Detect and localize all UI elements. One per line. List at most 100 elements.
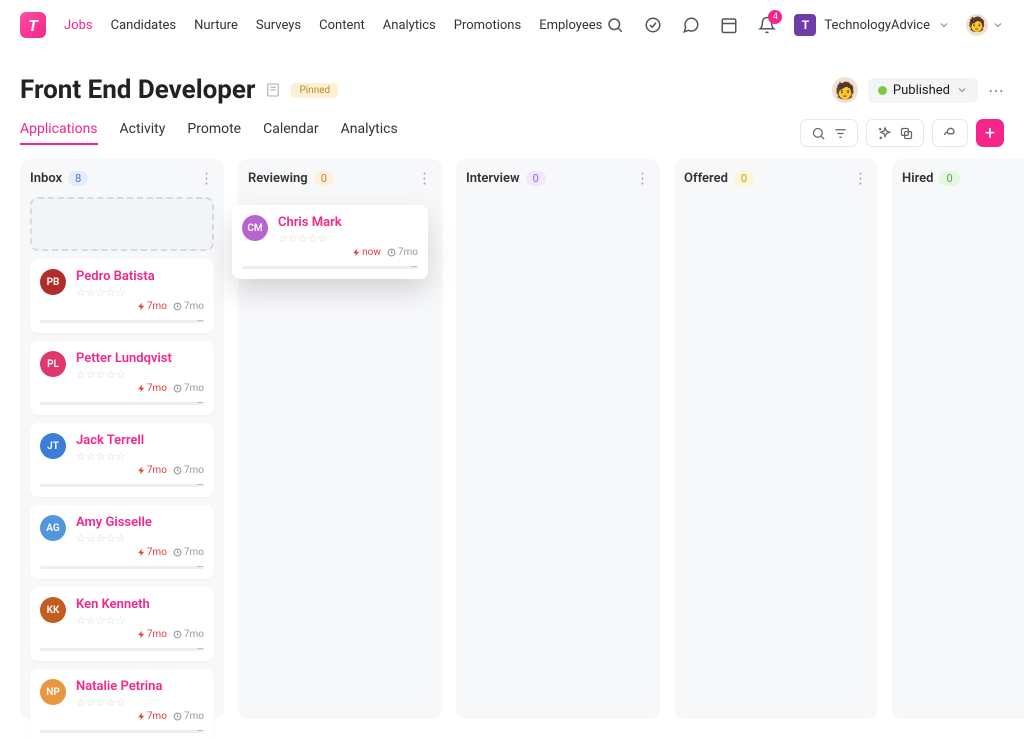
column-more-menu[interactable]: ⋮ (853, 169, 868, 187)
tasks-icon[interactable] (642, 14, 664, 36)
chevron-down-icon (938, 19, 950, 31)
column-reviewing: Reviewing 0 ⋮ CM Chris Mark ☆☆☆☆☆ now 7m… (238, 159, 442, 719)
org-name: TechnologyAdvice (824, 18, 930, 33)
candidate-avatar: PB (40, 269, 66, 295)
column-more-menu[interactable]: ⋮ (199, 169, 214, 187)
candidate-card[interactable]: AG Amy Gisselle ☆☆☆☆☆ 7mo 7mo – (30, 505, 214, 579)
candidate-avatar: KK (40, 597, 66, 623)
column-more-menu[interactable]: ⋮ (635, 169, 650, 187)
candidate-name: Chris Mark (278, 215, 418, 230)
org-switcher[interactable]: T TechnologyAdvice (794, 14, 950, 36)
dropzone[interactable] (30, 197, 214, 251)
tab-applications[interactable]: Applications (20, 121, 98, 145)
candidate-avatar: CM (242, 215, 268, 241)
activity-bolt: 7mo (137, 547, 167, 558)
candidate-card[interactable]: CM Chris Mark ☆☆☆☆☆ now 7mo – (232, 205, 428, 279)
activity-bolt: 7mo (137, 465, 167, 476)
activity-bolt: 7mo (137, 711, 167, 722)
card-progress: – (40, 484, 204, 487)
tab-promote[interactable]: Promote (187, 121, 241, 145)
page-title: Front End Developer (20, 75, 255, 105)
chevron-down-icon (992, 19, 1004, 31)
rating-stars[interactable]: ☆☆☆☆☆ (76, 286, 204, 299)
column-title: Inbox (30, 171, 62, 186)
chevron-down-icon (956, 84, 968, 96)
magic-icon[interactable] (875, 124, 893, 142)
rating-stars[interactable]: ☆☆☆☆☆ (76, 450, 204, 463)
copy-icon[interactable] (897, 124, 915, 142)
search-filter-icon[interactable] (809, 124, 827, 142)
column-count: 0 (734, 171, 754, 186)
card-progress: – (40, 402, 204, 405)
column-title: Hired (902, 171, 933, 186)
column-count: 0 (939, 171, 959, 186)
candidate-name: Pedro Batista (76, 269, 204, 284)
tab-calendar[interactable]: Calendar (263, 121, 319, 145)
chat-icon[interactable] (680, 14, 702, 36)
candidate-card[interactable]: PB Pedro Batista ☆☆☆☆☆ 7mo 7mo – (30, 259, 214, 333)
card-progress: – (40, 730, 204, 733)
notifications-icon[interactable]: 4 (756, 14, 778, 36)
user-menu[interactable]: 🧑 (966, 14, 1004, 36)
activity-bolt: 7mo (137, 383, 167, 394)
rating-stars[interactable]: ☆☆☆☆☆ (76, 368, 204, 381)
candidate-name: Natalie Petrina (76, 679, 204, 694)
job-owner-avatar[interactable]: 🧑 (832, 77, 858, 103)
publish-status-button[interactable]: Published (868, 78, 978, 103)
tab-activity[interactable]: Activity (120, 121, 166, 145)
candidate-name: Jack Terrell (76, 433, 204, 448)
app-logo[interactable]: T (20, 12, 46, 38)
nav-item-surveys[interactable]: Surveys (256, 18, 301, 33)
nav-item-employees[interactable]: Employees (539, 18, 602, 33)
candidate-card[interactable]: JT Jack Terrell ☆☆☆☆☆ 7mo 7mo – (30, 423, 214, 497)
column-count: 0 (314, 171, 334, 186)
user-avatar: 🧑 (966, 14, 988, 36)
column-more-menu[interactable]: ⋮ (417, 169, 432, 187)
candidate-card[interactable]: KK Ken Kenneth ☆☆☆☆☆ 7mo 7mo – (30, 587, 214, 661)
candidate-name: Amy Gisselle (76, 515, 204, 530)
time-in-stage: 7mo (173, 547, 204, 558)
candidate-card[interactable]: NP Natalie Petrina ☆☆☆☆☆ 7mo 7mo – (30, 669, 214, 739)
discuss-icon[interactable] (941, 124, 959, 142)
candidate-avatar: AG (40, 515, 66, 541)
column-title: Offered (684, 171, 728, 186)
nav-item-nurture[interactable]: Nurture (194, 18, 238, 33)
column-title: Interview (466, 171, 520, 186)
time-in-stage: 7mo (173, 301, 204, 312)
search-icon[interactable] (604, 14, 626, 36)
column-count: 0 (526, 171, 546, 186)
nav-item-jobs[interactable]: Jobs (64, 18, 93, 33)
candidate-avatar: NP (40, 679, 66, 705)
card-progress: – (40, 648, 204, 651)
time-in-stage: 7mo (387, 247, 418, 258)
column-offered: Offered 0 ⋮ (674, 159, 878, 719)
nav-item-promotions[interactable]: Promotions (454, 18, 521, 33)
more-menu[interactable]: ⋯ (988, 81, 1004, 100)
candidate-card[interactable]: PL Petter Lundqvist ☆☆☆☆☆ 7mo 7mo – (30, 341, 214, 415)
note-icon[interactable] (265, 82, 281, 98)
activity-bolt: now (352, 247, 381, 258)
rating-stars[interactable]: ☆☆☆☆☆ (278, 232, 418, 245)
filter-icon[interactable] (831, 124, 849, 142)
candidate-name: Petter Lundqvist (76, 351, 204, 366)
column-interview: Interview 0 ⋮ (456, 159, 660, 719)
nav-item-analytics[interactable]: Analytics (383, 18, 436, 33)
rating-stars[interactable]: ☆☆☆☆☆ (76, 614, 204, 627)
card-progress: – (40, 320, 204, 323)
nav-item-candidates[interactable]: Candidates (111, 18, 176, 33)
add-button[interactable]: + (976, 119, 1004, 147)
status-label: Published (893, 83, 950, 98)
activity-bolt: 7mo (137, 301, 167, 312)
candidate-avatar: JT (40, 433, 66, 459)
candidate-avatar: PL (40, 351, 66, 377)
rating-stars[interactable]: ☆☆☆☆☆ (76, 696, 204, 709)
notification-badge: 4 (768, 10, 782, 24)
rating-stars[interactable]: ☆☆☆☆☆ (76, 532, 204, 545)
column-hired: Hired 0 ⋮ (892, 159, 1024, 719)
card-progress: – (40, 566, 204, 569)
time-in-stage: 7mo (173, 383, 204, 394)
calendar-icon[interactable] (718, 14, 740, 36)
org-logo: T (794, 14, 816, 36)
tab-analytics[interactable]: Analytics (341, 121, 398, 145)
nav-item-content[interactable]: Content (319, 18, 365, 33)
